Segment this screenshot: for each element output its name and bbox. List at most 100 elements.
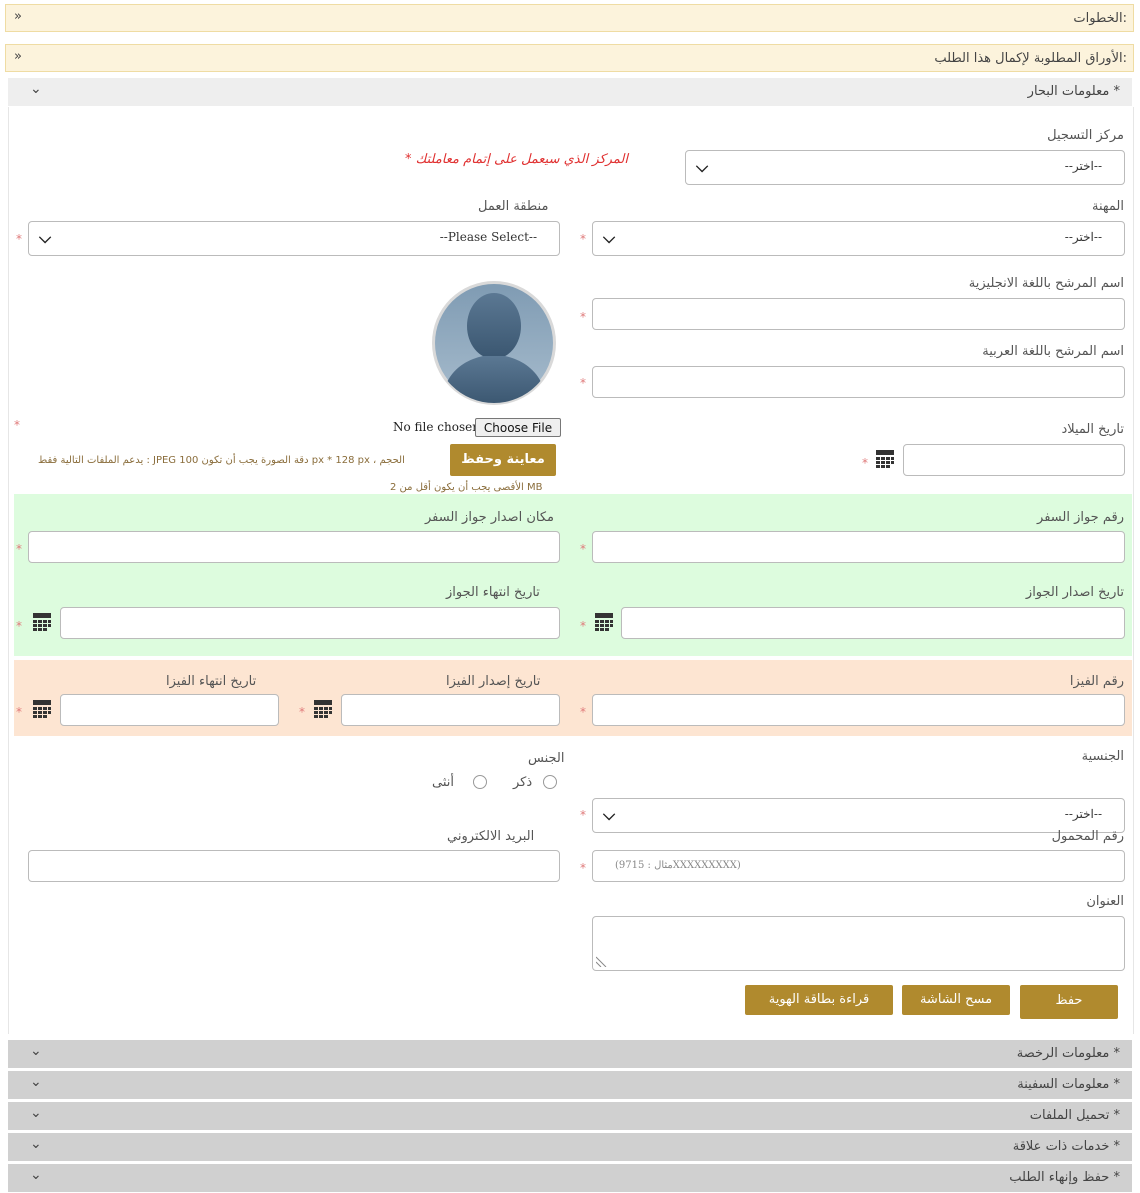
name-en-label: اسم المرشح باللغة الانجليزية bbox=[968, 276, 1124, 291]
registration-center-select[interactable]: --اختر-- ⌵ bbox=[685, 150, 1125, 185]
gender-male-label: ذكر bbox=[513, 775, 533, 790]
select-value: --اختر-- bbox=[1064, 230, 1102, 244]
chevron-down-icon: ⌵ bbox=[603, 805, 616, 824]
name-ar-label: اسم المرشح باللغة العربية bbox=[982, 344, 1124, 359]
gender-label: الجنس bbox=[528, 751, 565, 766]
required-star: * bbox=[16, 232, 22, 246]
nationality-select[interactable]: --اختر-- ⌵ bbox=[592, 798, 1125, 833]
passport-expiry-date-label: تاريخ انتهاء الجواز bbox=[446, 585, 540, 600]
required-star: * bbox=[16, 542, 22, 556]
registration-center-note: * المركز الذي سيعمل على إتمام معاملتك bbox=[405, 152, 628, 167]
required-star: * bbox=[580, 310, 586, 324]
passport-issue-date-input[interactable] bbox=[621, 607, 1125, 639]
visa-issue-date-label: تاريخ إصدار الفيزا bbox=[446, 674, 541, 689]
double-chevron-down-icon[interactable]: » bbox=[14, 9, 22, 24]
work-area-select[interactable]: --Please Select-- ⌵ bbox=[28, 221, 560, 256]
accordion-label: معلومات الرخصة * bbox=[1016, 1046, 1120, 1061]
calendar-icon[interactable] bbox=[32, 699, 52, 719]
accordion-label: خدمات ذات علاقة * bbox=[1012, 1139, 1120, 1154]
chevron-down-icon: ⌵ bbox=[696, 157, 709, 176]
passport-number-input[interactable] bbox=[592, 531, 1125, 563]
name-en-input[interactable] bbox=[592, 298, 1125, 330]
required-star: * bbox=[580, 232, 586, 246]
preview-save-button[interactable]: معاينة وحفظ bbox=[450, 444, 556, 476]
required-star: * bbox=[580, 861, 586, 875]
birth-date-input[interactable] bbox=[903, 444, 1125, 476]
accordion-related-services[interactable]: خدمات ذات علاقة * ⌄ bbox=[8, 1133, 1132, 1161]
chevron-down-icon: ⌄ bbox=[30, 1043, 42, 1059]
gender-male-radio[interactable] bbox=[543, 775, 557, 789]
chevron-down-icon: ⌄ bbox=[30, 1136, 42, 1152]
chevron-down-icon: ⌄ bbox=[30, 1167, 42, 1183]
passport-expiry-date-input[interactable] bbox=[60, 607, 560, 639]
mobile-label: رقم المحمول bbox=[1051, 829, 1124, 844]
required-docs-label: الأوراق المطلوبة لإكمال هذا الطلب: bbox=[934, 51, 1127, 66]
double-chevron-down-icon[interactable]: » bbox=[14, 49, 22, 64]
required-star: * bbox=[580, 808, 586, 822]
registration-center-label: مركز التسجيل bbox=[1047, 128, 1124, 143]
accordion-label: حفظ وإنهاء الطلب * bbox=[1009, 1170, 1120, 1185]
chevron-down-icon: ⌵ bbox=[603, 228, 616, 247]
profession-select[interactable]: --اختر-- ⌵ bbox=[592, 221, 1125, 256]
read-id-card-button[interactable]: قراءة بطاقة الهوية bbox=[745, 985, 893, 1015]
no-file-chosen-text: No file chosen bbox=[393, 420, 480, 434]
calendar-icon[interactable] bbox=[32, 612, 52, 632]
nationality-label: الجنسية bbox=[1081, 749, 1124, 764]
address-textarea[interactable] bbox=[592, 916, 1125, 971]
mobile-placeholder: (مثال : 9715XXXXXXXXX) bbox=[615, 860, 741, 871]
passport-number-label: رقم جواز السفر bbox=[1037, 510, 1124, 525]
name-ar-input[interactable] bbox=[592, 366, 1125, 398]
visa-expiry-date-input[interactable] bbox=[60, 694, 279, 726]
accordion-sailor-info[interactable]: معلومات البحار * ⌄ bbox=[8, 78, 1132, 106]
required-star: * bbox=[14, 418, 20, 432]
resize-handle-icon[interactable] bbox=[596, 955, 608, 967]
calendar-icon[interactable] bbox=[594, 612, 614, 632]
passport-issue-place-label: مكان اصدار جواز السفر bbox=[425, 510, 554, 525]
accordion-label: تحميل الملفات * bbox=[1029, 1108, 1120, 1123]
photo-hint-line2: الأقصى يجب أن يكون أقل من 2 MB bbox=[390, 482, 543, 493]
clear-screen-button[interactable]: مسح الشاشة bbox=[902, 985, 1010, 1015]
passport-issue-place-input[interactable] bbox=[28, 531, 560, 563]
required-star: * bbox=[580, 705, 586, 719]
visa-number-input[interactable] bbox=[592, 694, 1125, 726]
gender-female-radio[interactable] bbox=[473, 775, 487, 789]
calendar-icon[interactable] bbox=[875, 449, 895, 469]
email-input[interactable] bbox=[28, 850, 560, 882]
required-star: * bbox=[16, 705, 22, 719]
select-value: --اختر-- bbox=[1064, 159, 1102, 173]
accordion-label: معلومات البحار * bbox=[1027, 84, 1120, 99]
steps-label: الخطوات: bbox=[1073, 11, 1127, 26]
required-star: * bbox=[580, 619, 586, 633]
gender-female-label: أنثى bbox=[432, 775, 454, 790]
accordion-license-info[interactable]: معلومات الرخصة * ⌄ bbox=[8, 1040, 1132, 1068]
required-star: * bbox=[580, 376, 586, 390]
steps-bar[interactable]: الخطوات: » bbox=[5, 4, 1134, 32]
required-star: * bbox=[862, 456, 868, 470]
chevron-down-icon: ⌄ bbox=[30, 1074, 42, 1090]
chevron-down-icon: ⌄ bbox=[30, 1105, 42, 1121]
accordion-save-finish[interactable]: حفظ وإنهاء الطلب * ⌄ bbox=[8, 1164, 1132, 1192]
mobile-input[interactable]: (مثال : 9715XXXXXXXXX) bbox=[592, 850, 1125, 882]
required-docs-bar[interactable]: الأوراق المطلوبة لإكمال هذا الطلب: » bbox=[5, 44, 1134, 72]
choose-file-button[interactable]: Choose File bbox=[475, 418, 561, 437]
accordion-ship-info[interactable]: معلومات السفينة * ⌄ bbox=[8, 1071, 1132, 1099]
visa-expiry-date-label: تاريخ انتهاء الفيزا bbox=[166, 674, 257, 689]
email-label: البريد الالكتروني bbox=[447, 829, 535, 844]
required-star: * bbox=[16, 619, 22, 633]
avatar-placeholder-icon bbox=[432, 281, 556, 405]
required-star: * bbox=[299, 705, 305, 719]
accordion-label: معلومات السفينة * bbox=[1017, 1077, 1120, 1092]
chevron-down-icon: ⌵ bbox=[39, 228, 52, 247]
select-value: --اختر-- bbox=[1064, 807, 1102, 821]
chevron-down-icon: ⌄ bbox=[30, 81, 42, 97]
profession-label: المهنة bbox=[1092, 199, 1124, 214]
address-label: العنوان bbox=[1086, 894, 1124, 909]
save-button[interactable]: حفظ bbox=[1020, 985, 1118, 1019]
photo-hint-line1: يدعم الملفات التالية فقط : JPEG دقة الصو… bbox=[38, 455, 405, 466]
visa-issue-date-input[interactable] bbox=[341, 694, 560, 726]
work-area-label: منطقة العمل bbox=[478, 199, 549, 214]
select-value: --Please Select-- bbox=[439, 230, 537, 244]
calendar-icon[interactable] bbox=[313, 699, 333, 719]
accordion-upload-files[interactable]: تحميل الملفات * ⌄ bbox=[8, 1102, 1132, 1130]
visa-number-label: رقم الفيزا bbox=[1069, 674, 1124, 689]
